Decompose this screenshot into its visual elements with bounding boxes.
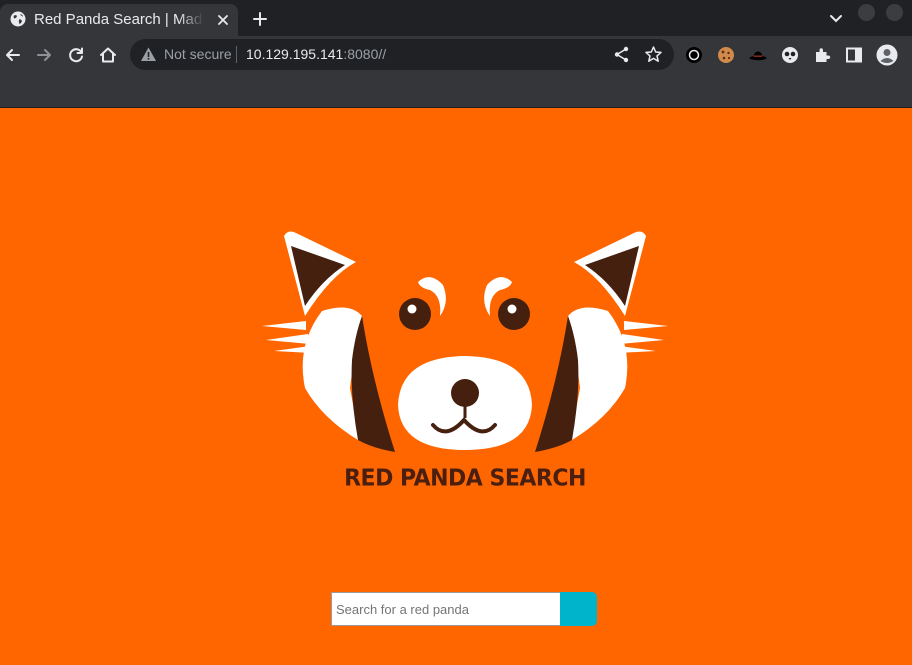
- back-icon[interactable]: [2, 44, 24, 66]
- reload-icon[interactable]: [65, 44, 87, 66]
- forward-icon[interactable]: [33, 44, 55, 66]
- hat-icon[interactable]: [749, 46, 767, 64]
- search-input[interactable]: [331, 592, 560, 626]
- minimize-window-button[interactable]: [858, 4, 875, 21]
- home-icon[interactable]: [97, 44, 119, 66]
- page-body: RED PANDA SEARCH: [0, 108, 912, 665]
- profile-icon[interactable]: [876, 44, 898, 66]
- tab-title: Red Panda Search | Made with Spring Boot: [34, 11, 204, 28]
- url-host: 10.129.195.141: [246, 46, 344, 62]
- tab-red-panda-search[interactable]: Red Panda Search | Made with Spring Boot: [0, 4, 238, 36]
- bookmark-star-icon[interactable]: [644, 45, 663, 64]
- url-port-path: :8080//: [343, 46, 387, 62]
- address-divider: [236, 46, 237, 63]
- bookmarks-bar: [0, 74, 912, 107]
- circle-extension-icon[interactable]: [685, 46, 703, 64]
- browser-toolbar: Not secure 10.129.195.141:8080//: [0, 36, 912, 74]
- red-panda-logo: [262, 231, 668, 458]
- search-button[interactable]: [560, 592, 597, 626]
- share-icon[interactable]: [612, 45, 631, 64]
- side-panel-icon[interactable]: [845, 46, 863, 64]
- globe-icon: [10, 11, 26, 27]
- chevron-down-icon[interactable]: [826, 8, 846, 28]
- url-text[interactable]: 10.129.195.141:8080//: [246, 46, 386, 63]
- puzzle-icon[interactable]: [813, 46, 831, 64]
- cookie-icon[interactable]: [717, 46, 735, 64]
- close-icon[interactable]: [213, 10, 233, 30]
- security-status-label[interactable]: Not secure: [164, 46, 232, 63]
- brand-title: RED PANDA SEARCH: [344, 465, 586, 492]
- new-tab-plus-icon[interactable]: [249, 8, 271, 30]
- address-bar[interactable]: Not secure 10.129.195.141:8080//: [130, 39, 674, 70]
- warning-triangle-icon[interactable]: [140, 46, 157, 63]
- owl-icon[interactable]: [781, 46, 799, 64]
- tab-strip: Red Panda Search | Made with Spring Boot: [0, 0, 912, 36]
- close-window-button[interactable]: [886, 4, 903, 21]
- browser-window: Red Panda Search | Made with Spring Boot: [0, 0, 912, 665]
